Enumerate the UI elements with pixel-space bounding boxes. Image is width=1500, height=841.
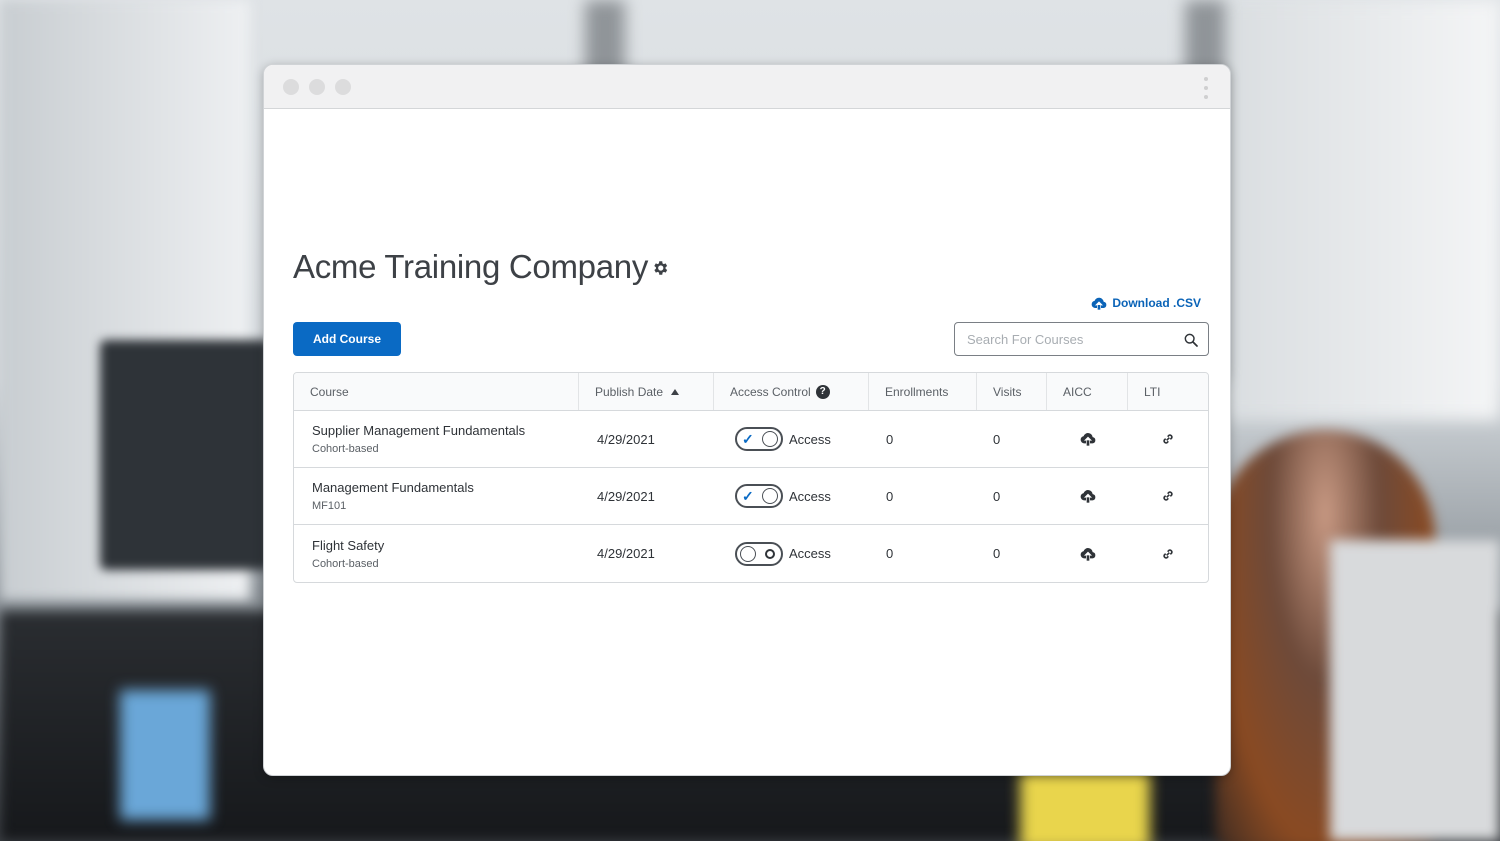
course-cell: Supplier Management Fundamentals Cohort-… bbox=[294, 411, 579, 467]
table-row: Management Fundamentals MF101 4/29/2021 … bbox=[294, 468, 1208, 525]
link-icon[interactable] bbox=[1160, 431, 1176, 447]
courses-table: Course Publish Date Access Control ? Enr… bbox=[293, 372, 1209, 583]
enrollments-cell: 0 bbox=[886, 546, 894, 561]
course-name[interactable]: Supplier Management Fundamentals bbox=[312, 423, 525, 438]
check-icon: ✓ bbox=[742, 431, 754, 447]
visits-cell: 0 bbox=[993, 488, 1001, 504]
course-subtitle: Cohort-based bbox=[312, 557, 379, 570]
search-input[interactable] bbox=[955, 323, 1170, 355]
help-icon[interactable]: ? bbox=[815, 384, 830, 399]
course-name[interactable]: Flight Safety bbox=[312, 538, 384, 553]
visits-cell: 0 bbox=[993, 546, 1001, 561]
course-cell: Flight Safety Cohort-based bbox=[294, 525, 579, 582]
access-toggle[interactable] bbox=[735, 541, 783, 566]
window-maximize-dot[interactable] bbox=[335, 79, 351, 95]
page-content: Acme Training Company Download .CSV Add … bbox=[293, 109, 1209, 749]
lti-cell bbox=[1128, 411, 1208, 467]
cloud-upload-icon[interactable] bbox=[1080, 488, 1096, 504]
access-toggle[interactable]: ✓ bbox=[735, 427, 783, 451]
course-subtitle: Cohort-based bbox=[312, 443, 379, 455]
lti-cell bbox=[1128, 525, 1208, 582]
window-minimize-dot[interactable] bbox=[309, 79, 325, 95]
search-box bbox=[954, 322, 1209, 356]
column-header-access-control[interactable]: Access Control ? bbox=[714, 373, 869, 410]
table-row: Flight Safety Cohort-based 4/29/2021 Acc… bbox=[294, 525, 1208, 582]
access-label: Access bbox=[789, 431, 831, 447]
check-icon: ✓ bbox=[742, 488, 754, 504]
link-icon[interactable] bbox=[1160, 488, 1176, 504]
course-name[interactable]: Management Fundamentals bbox=[312, 480, 474, 495]
column-header-lti[interactable]: LTI bbox=[1128, 373, 1208, 410]
download-csv-link[interactable]: Download .CSV bbox=[1091, 296, 1201, 310]
access-control-cell: ✓ Access bbox=[714, 468, 869, 524]
column-header-publish-date[interactable]: Publish Date bbox=[579, 373, 714, 410]
page-title: Acme Training Company bbox=[293, 248, 649, 285]
aicc-cell bbox=[1047, 525, 1128, 582]
publish-date-cell: 4/29/2021 bbox=[597, 546, 655, 561]
sort-ascending-icon[interactable] bbox=[671, 388, 680, 395]
course-cell: Management Fundamentals MF101 bbox=[294, 468, 579, 524]
window-titlebar bbox=[264, 65, 1230, 109]
column-header-course[interactable]: Course bbox=[294, 373, 579, 410]
access-control-cell: Access bbox=[714, 525, 869, 582]
search-icon[interactable] bbox=[1183, 332, 1199, 348]
link-icon[interactable] bbox=[1160, 546, 1176, 562]
access-label: Access bbox=[789, 488, 831, 504]
table-header: Course Publish Date Access Control ? Enr… bbox=[294, 373, 1208, 411]
aicc-cell bbox=[1047, 411, 1128, 467]
gear-icon[interactable] bbox=[651, 259, 669, 277]
visits-cell: 0 bbox=[993, 431, 1001, 447]
off-indicator-icon bbox=[765, 548, 775, 559]
cloud-upload-icon bbox=[1091, 297, 1107, 310]
course-subtitle: MF101 bbox=[312, 500, 347, 512]
access-toggle[interactable]: ✓ bbox=[735, 484, 783, 508]
lti-cell bbox=[1128, 468, 1208, 524]
column-header-aicc[interactable]: AICC bbox=[1047, 373, 1128, 410]
aicc-cell bbox=[1047, 468, 1128, 524]
access-label: Access bbox=[789, 546, 831, 561]
cloud-upload-icon[interactable] bbox=[1080, 546, 1096, 562]
enrollments-cell: 0 bbox=[886, 488, 894, 504]
window-close-dot[interactable] bbox=[283, 79, 299, 95]
publish-date-cell: 4/29/2021 bbox=[597, 488, 655, 504]
browser-window: Acme Training Company Download .CSV Add … bbox=[263, 64, 1231, 776]
enrollments-cell: 0 bbox=[886, 431, 894, 447]
column-header-visits[interactable]: Visits bbox=[977, 373, 1047, 410]
column-header-enrollments[interactable]: Enrollments bbox=[869, 373, 977, 410]
table-row: Supplier Management Fundamentals Cohort-… bbox=[294, 411, 1208, 468]
kebab-menu-icon[interactable] bbox=[1204, 77, 1210, 99]
access-control-cell: ✓ Access bbox=[714, 411, 869, 467]
publish-date-cell: 4/29/2021 bbox=[597, 431, 655, 447]
add-course-button[interactable]: Add Course bbox=[293, 322, 401, 356]
cloud-upload-icon[interactable] bbox=[1080, 431, 1096, 447]
download-csv-label: Download .CSV bbox=[1112, 296, 1201, 310]
